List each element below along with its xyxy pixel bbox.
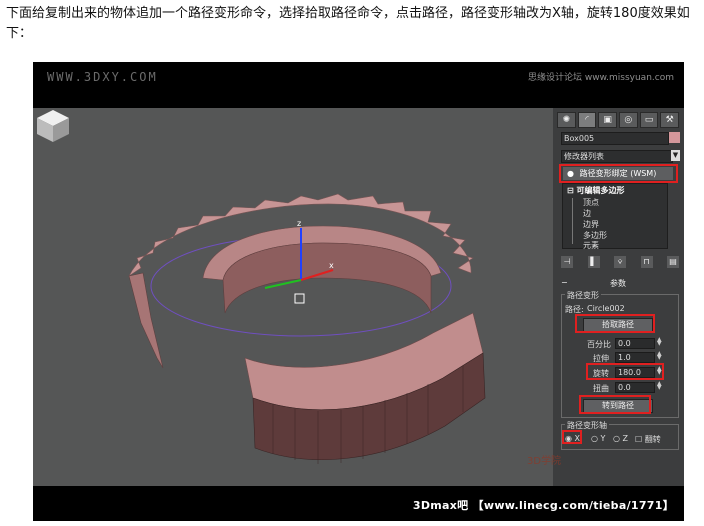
max-screenshot: WWW.3DXY.COM 思缘设计论坛 www.missyuan.com z x… [33,62,684,521]
percent-field[interactable]: 0.0 [615,338,655,349]
left-skirt [128,272,164,369]
command-panel: ✺ ◜ ▣ ◎ ▭ ⚒ Box005 修改器列表 ▼ ● 路径变形绑定 (WSM… [553,108,684,486]
configure-sets-icon[interactable]: ▤ [667,256,679,268]
motion-tab-icon[interactable]: ◎ [619,112,638,128]
highlight-box-rotation [586,363,664,380]
viewcube-icon[interactable] [33,108,73,144]
modifier-stack[interactable]: ⊟ 可编辑多边形 顶点 边 边界 多边形 元素 [562,183,668,251]
create-tab-icon[interactable]: ✺ [557,112,576,128]
stack-sub-edge[interactable]: 边 [583,208,591,219]
stretch-field[interactable]: 1.0 [615,352,655,363]
make-unique-icon[interactable]: ⩒ [614,256,626,268]
flip-checkbox[interactable]: ☐ 翻转 [635,434,661,445]
twist-label: 扭曲 [593,384,609,393]
watermark-left: WWW.3DXY.COM [47,70,158,84]
highlight-box-pick-path [575,314,655,333]
axis-z-radio[interactable]: ○ Z [613,434,628,443]
bottom-watermark: 3Dmax吧 【www.linecg.com/tieba/1771】 [412,499,674,512]
perspective-viewport[interactable]: z x [33,108,553,486]
modifier-list-dropdown[interactable]: 修改器列表 [561,150,673,163]
stack-sub-vertex[interactable]: 顶点 [583,197,599,208]
axis-y-radio[interactable]: ○ Y [591,434,605,443]
svg-text:z: z [297,219,301,228]
top-bar: WWW.3DXY.COM 思缘设计论坛 www.missyuan.com [33,62,684,108]
highlight-box-move-to-path [579,395,651,414]
highlight-box-axis-x [562,430,582,444]
stack-sub-border[interactable]: 边界 [583,219,599,230]
utilities-tab-icon[interactable]: ⚒ [660,112,680,128]
stack-toolbar: ⊣ ▌ ⩒ ⊓ ▤ [561,256,679,270]
chevron-down-icon[interactable]: ▼ [671,150,680,161]
caption-text: 下面给复制出来的物体追加一个路径变形命令，选择拾取路径命令，点击路径，路径变形轴… [6,6,690,41]
stretch-spinner-icon[interactable]: ▲ ▼ [657,351,663,361]
hierarchy-tab-icon[interactable]: ▣ [598,112,618,128]
path-value: Circle002 [587,304,625,313]
group-title: 路径变形 [565,290,601,301]
remove-modifier-icon[interactable]: ⊓ [640,256,653,268]
parameters-rollout-header[interactable]: − 参数 [557,278,679,288]
scene-render: z x [128,193,486,464]
show-end-result-icon[interactable]: ▌ [587,256,600,268]
corner-watermark: 3D学院 [527,456,562,467]
percent-label: 百分比 [587,340,611,349]
twist-spinner-icon[interactable]: ▲ ▼ [657,381,663,391]
modify-tab-icon[interactable]: ◜ [577,112,597,128]
highlight-box-modifier [559,164,678,183]
stack-group-editable-poly[interactable]: ⊟ 可编辑多边形 [567,185,625,196]
percent-spinner-icon[interactable]: ▲ ▼ [657,337,663,347]
command-tabs: ✺ ◜ ▣ ◎ ▭ ⚒ [557,112,680,128]
watermark-right: 思缘设计论坛 www.missyuan.com [528,73,674,83]
svg-text:x: x [329,261,334,270]
inner-band-wall [222,242,432,314]
display-tab-icon[interactable]: ▭ [639,112,659,128]
tree-line [572,198,573,244]
object-color-swatch[interactable] [669,132,680,143]
object-name-field[interactable]: Box005 [561,132,669,145]
twist-field[interactable]: 0.0 [615,382,655,393]
stack-sub-element[interactable]: 元素 [583,240,599,251]
pin-stack-icon[interactable]: ⊣ [561,256,573,268]
bottom-bar: 3Dmax吧 【www.linecg.com/tieba/1771】 [33,486,684,521]
rollout-title: 参数 [610,279,626,288]
